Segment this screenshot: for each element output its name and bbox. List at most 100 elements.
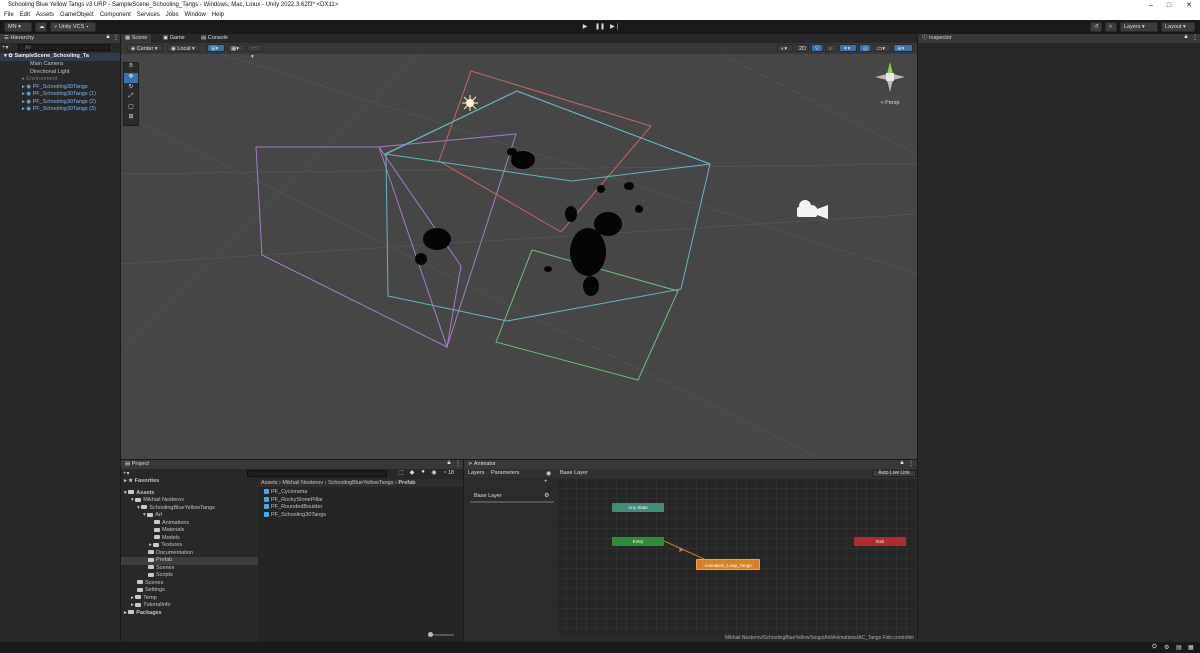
toggle-2d-button[interactable]: 2D (795, 44, 809, 52)
filter-type-icon[interactable]: ⬚ (397, 469, 405, 476)
vcs-button[interactable]: ⑂ Unity VCS ▾ (50, 22, 96, 32)
scene-row[interactable]: ▾ ✿ SampleScene_Schooling_Ta (0, 53, 120, 61)
scene-viewport[interactable]: ✋︎ ✥ ↻ ⤢ ▢ ⊞ < Persp (121, 54, 917, 459)
hidden-objects-icon[interactable]: ◎ (859, 44, 871, 52)
hand-tool-icon[interactable]: ✋︎ (124, 63, 138, 73)
tree-textures[interactable]: ▸ Textures (121, 542, 258, 550)
camera-settings-icon[interactable]: ▭▾ (873, 44, 891, 52)
state-any-state[interactable]: Any State (612, 503, 664, 512)
draw-mode-button[interactable]: ◐▾ (777, 44, 793, 52)
lighting-icon[interactable]: 💡︎ (811, 44, 823, 52)
tree-documentation[interactable]: Documentation (121, 550, 258, 558)
tree-tutorialinfo[interactable]: ▸ TutorialInfo (121, 602, 258, 610)
project-search-input[interactable] (247, 470, 387, 477)
tree-schooling[interactable]: ▾ SchoolingBlueYellowTangs (121, 505, 258, 513)
menu-file[interactable]: File (4, 11, 14, 20)
effects-icon[interactable]: ✦▾ (839, 44, 857, 52)
orientation-gizmo-icon[interactable] (873, 60, 907, 94)
info-icon[interactable]: ● (419, 469, 427, 475)
tab-parameters[interactable]: Parameters (491, 470, 519, 476)
scale-tool-icon[interactable]: ⤢ (124, 93, 138, 103)
hierarchy-item-prefab-2[interactable]: ▸ ◉ PF_Schooling30Tangs (2) (0, 99, 120, 107)
slider-handle[interactable] (428, 632, 433, 637)
tree-settings[interactable]: Settings (121, 587, 258, 595)
hierarchy-search-input[interactable] (18, 44, 110, 51)
hierarchy-item-main-camera[interactable]: Main Camera (0, 61, 120, 69)
account-button[interactable]: MN ▾ (4, 22, 32, 32)
layers-dropdown[interactable]: Layers ▾ (1120, 22, 1158, 32)
lock-icon[interactable]: 🔒︎ (898, 460, 906, 467)
grid-button[interactable]: ▦▾ (227, 44, 245, 52)
move-tool-icon[interactable]: ✥ (124, 73, 138, 83)
gear-icon[interactable]: ⚙ (544, 492, 549, 499)
hierarchy-item-prefab-3[interactable]: ▸ ◉ PF_Schooling30Tangs (3) (0, 106, 120, 114)
grid-snap-button[interactable]: ⊞▾ (207, 44, 225, 52)
close-button[interactable]: ✕ (1180, 0, 1198, 11)
favorites-row[interactable]: ▸ ★ Favorites (121, 478, 258, 486)
minimize-button[interactable]: – (1142, 0, 1160, 11)
step-icon[interactable]: ▶❘ (609, 23, 621, 32)
menu-assets[interactable]: Assets (36, 11, 54, 20)
lock-icon[interactable]: 🔒︎ (104, 34, 112, 41)
play-icon[interactable]: ▶ (579, 23, 591, 32)
tab-project[interactable]: ▤ Project (121, 460, 463, 469)
layout-dropdown[interactable]: Layout ▾ (1161, 22, 1195, 32)
menu-window[interactable]: Window (184, 11, 205, 20)
state-entry[interactable]: Entry (612, 537, 664, 546)
progress-icon[interactable]: ⛭ (1152, 644, 1157, 651)
history-icon[interactable]: ↺ (1090, 22, 1102, 32)
menu-gameobject[interactable]: GameObject (60, 11, 94, 20)
audio-icon[interactable]: ♪ (825, 44, 837, 52)
tree-assets[interactable]: ▾ Assets (121, 490, 258, 498)
menu-edit[interactable]: Edit (20, 11, 30, 20)
hierarchy-item-prefab-0[interactable]: ▸ ◉ PF_Schooling30Tangs (0, 84, 120, 92)
pause-icon[interactable]: ❚❚ (594, 23, 606, 32)
tab-scene[interactable]: ▦ Scene (121, 34, 152, 43)
animator-graph[interactable]: Any State Entry Exit Animation_Loop_Tang… (556, 478, 917, 635)
visibility-icon[interactable]: ◉ (430, 469, 438, 476)
more-icon[interactable]: ⋮ (907, 460, 915, 467)
hierarchy-item-prefab-1[interactable]: ▸ ◉ PF_Schooling30Tangs (1) (0, 91, 120, 99)
hierarchy-item-environment[interactable]: ▸ Environment (0, 76, 120, 84)
pivot-dropdown[interactable]: ◈ Center ▾ (127, 44, 163, 52)
tree-prefab[interactable]: Prefab (121, 557, 258, 565)
tree-temp[interactable]: ▸ Temp (121, 595, 258, 603)
menu-component[interactable]: Component (100, 11, 131, 20)
breadcrumb-item[interactable]: Mikhail Nesterov (282, 480, 323, 486)
rect-tool-icon[interactable]: ▢ (124, 103, 138, 113)
tree-models[interactable]: Models (121, 535, 258, 543)
menu-help[interactable]: Help (212, 11, 224, 20)
tree-scenes[interactable]: Scenes (121, 580, 258, 588)
more-icon[interactable]: ⋮ (1191, 34, 1199, 41)
menu-services[interactable]: Services (137, 11, 160, 20)
search-icon[interactable]: ⌕ (1105, 22, 1117, 32)
more-icon[interactable]: ⋮ (112, 34, 120, 41)
tab-console[interactable]: ▤ Console (197, 34, 232, 43)
cloud-icon[interactable]: ☁ (35, 22, 47, 32)
increment-snap-button[interactable]: ⋯▾ (247, 44, 263, 60)
tree-packages[interactable]: ▸ Packages (121, 610, 258, 618)
graph-breadcrumb[interactable]: Base Layer (558, 470, 590, 476)
tab-layers[interactable]: Layers (468, 470, 485, 476)
more-icon[interactable]: ⋮ (454, 460, 462, 467)
lock-icon[interactable]: 🔒︎ (1182, 34, 1190, 41)
filter-label-icon[interactable]: ◆ (408, 469, 416, 476)
gizmos-icon[interactable]: ⊕▾ (893, 44, 913, 52)
breadcrumb-item[interactable]: SchoolingBlueYellowTangs (328, 480, 394, 486)
tree-art[interactable]: ▾ Art (121, 512, 258, 520)
file-item[interactable]: PF_RockyStonePillar (264, 497, 459, 505)
add-asset-button[interactable]: +▾ (123, 470, 135, 477)
console-icon[interactable]: ▤ (1176, 644, 1182, 651)
space-dropdown[interactable]: ◉ Local ▾ (167, 44, 199, 52)
persp-label[interactable]: < Persp (873, 100, 907, 106)
breadcrumb-item[interactable]: Prefab (398, 480, 415, 486)
breadcrumb-item[interactable]: Assets (261, 480, 278, 486)
transform-tool-icon[interactable]: ⊞ (124, 113, 138, 123)
lock-icon[interactable]: 🔒︎ (445, 460, 453, 467)
tree-scenes-inner[interactable]: Scenes (121, 565, 258, 573)
rotate-tool-icon[interactable]: ↻ (124, 83, 138, 93)
state-exit[interactable]: Exit (854, 537, 906, 546)
tab-hierarchy[interactable]: ☰ Hierarchy (0, 34, 120, 43)
auto-live-link-button[interactable]: Auto Live Link (872, 470, 916, 477)
tab-game[interactable]: ▣ Game (159, 34, 189, 43)
